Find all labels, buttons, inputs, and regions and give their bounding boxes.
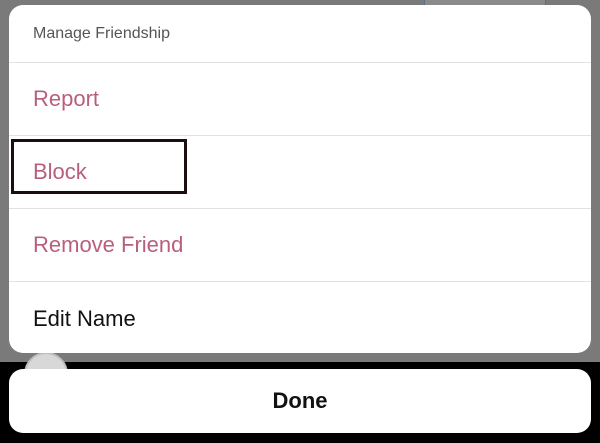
edit-name-option[interactable]: Edit Name <box>9 282 591 353</box>
report-option-label: Report <box>33 86 100 111</box>
sheet-title: Manage Friendship <box>9 5 591 63</box>
report-option[interactable]: Report <box>9 63 591 136</box>
block-option-label: Block <box>33 159 87 184</box>
remove-friend-option[interactable]: Remove Friend <box>9 209 591 282</box>
remove-friend-option-label: Remove Friend <box>33 232 184 257</box>
action-sheet: Manage Friendship Report Block Remove Fr… <box>9 5 591 353</box>
block-option[interactable]: Block <box>9 136 591 209</box>
edit-name-option-label: Edit Name <box>33 305 136 331</box>
done-button-label: Done <box>272 388 328 413</box>
done-button[interactable]: Done <box>9 369 591 433</box>
